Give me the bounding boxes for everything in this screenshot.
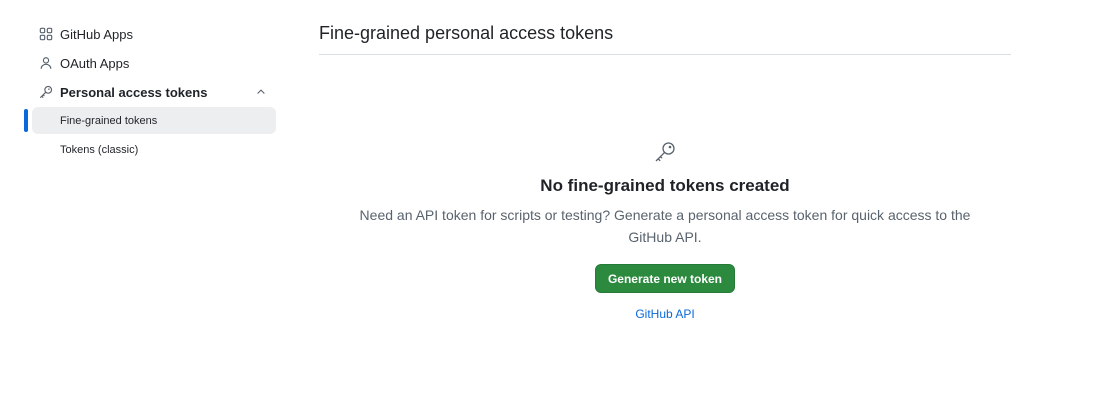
- page: GitHub Apps OAuth Apps Personal access t…: [0, 0, 1099, 393]
- subnav-tokens: Fine-grained tokens Tokens (classic): [24, 107, 276, 163]
- person-icon: [38, 55, 54, 71]
- sidebar-item-oauth-apps[interactable]: OAuth Apps: [24, 49, 276, 77]
- blank-slate-description: Need an API token for scripts or testing…: [359, 207, 971, 245]
- main-content: Fine-grained personal access tokens No f…: [319, 20, 1011, 321]
- github-api-link[interactable]: GitHub API: [319, 307, 1011, 321]
- apps-grid-icon: [38, 26, 54, 42]
- sidebar-item-label: OAuth Apps: [60, 55, 130, 71]
- sidebar: GitHub Apps OAuth Apps Personal access t…: [24, 20, 276, 165]
- sidebar-subitem-label: Tokens (classic): [60, 143, 139, 156]
- sidebar-item-fine-grained-tokens[interactable]: Fine-grained tokens: [24, 107, 276, 134]
- key-icon: [38, 84, 54, 100]
- key-icon: [653, 140, 677, 164]
- generate-new-token-button[interactable]: Generate new token: [594, 264, 736, 293]
- sidebar-item-personal-access-tokens[interactable]: Personal access tokens: [24, 78, 276, 106]
- sidebar-item-label: Personal access tokens: [60, 84, 208, 100]
- sidebar-item-tokens-classic[interactable]: Tokens (classic): [32, 136, 276, 163]
- page-title: Fine-grained personal access tokens: [319, 20, 1011, 55]
- sidebar-subitem-label: Fine-grained tokens: [60, 114, 158, 127]
- blank-slate-heading: No fine-grained tokens created: [540, 176, 790, 195]
- blank-slate: No fine-grained tokens created Need an A…: [319, 140, 1011, 321]
- sidebar-item-label: GitHub Apps: [60, 26, 133, 42]
- chevron-up-icon[interactable]: [254, 85, 268, 99]
- active-indicator: [24, 109, 28, 132]
- sidebar-item-github-apps[interactable]: GitHub Apps: [24, 20, 276, 48]
